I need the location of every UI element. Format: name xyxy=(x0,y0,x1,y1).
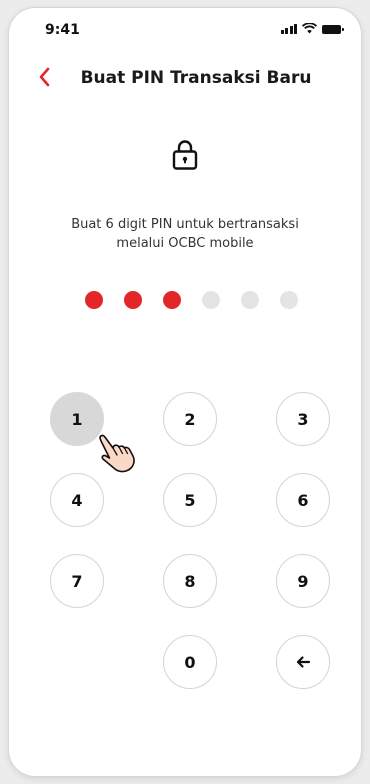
status-icons xyxy=(280,23,344,34)
keypad-key-8[interactable]: 8 xyxy=(163,554,217,608)
wifi-icon xyxy=(302,23,317,34)
keypad-key-4[interactable]: 4 xyxy=(50,473,104,527)
pin-dot-filled xyxy=(84,291,103,309)
keypad-key-2[interactable]: 2 xyxy=(163,392,217,446)
status-bar: 9:41 xyxy=(9,8,361,52)
instruction-line-1: Buat 6 digit PIN untuk bertransaksi xyxy=(71,217,299,232)
pin-dot-empty xyxy=(201,291,220,309)
keypad-key-6[interactable]: 6 xyxy=(276,473,330,527)
header: Buat PIN Transaksi Baru xyxy=(9,58,361,98)
pin-dot-filled xyxy=(123,291,142,309)
keypad-key-5[interactable]: 5 xyxy=(163,473,217,527)
page-title: Buat PIN Transaksi Baru xyxy=(80,68,312,88)
pin-indicator xyxy=(9,291,361,309)
status-time: 9:41 xyxy=(45,22,80,38)
phone-screen: 9:41 Buat PIN Transaksi Baru Buat 6 digi… xyxy=(9,8,361,776)
pin-dot-empty xyxy=(279,291,298,309)
instruction-text: Buat 6 digit PIN untuk bertransaksi mela… xyxy=(39,215,331,253)
keypad-key-1[interactable]: 1 xyxy=(50,392,104,446)
lock-icon xyxy=(172,140,198,170)
keypad-key-9[interactable]: 9 xyxy=(276,554,330,608)
pin-dot-empty xyxy=(240,291,259,309)
battery-icon xyxy=(322,25,344,34)
keypad-key-7[interactable]: 7 xyxy=(50,554,104,608)
backspace-button[interactable] xyxy=(276,635,330,689)
keypad-key-0[interactable]: 0 xyxy=(163,635,217,689)
keypad-key-3[interactable]: 3 xyxy=(276,392,330,446)
cellular-signal-icon xyxy=(280,23,297,34)
arrow-left-icon xyxy=(296,656,311,668)
instruction-line-2: melalui OCBC mobile xyxy=(116,236,254,251)
pin-dot-filled xyxy=(162,291,181,309)
hand-pointer-icon xyxy=(99,434,135,473)
